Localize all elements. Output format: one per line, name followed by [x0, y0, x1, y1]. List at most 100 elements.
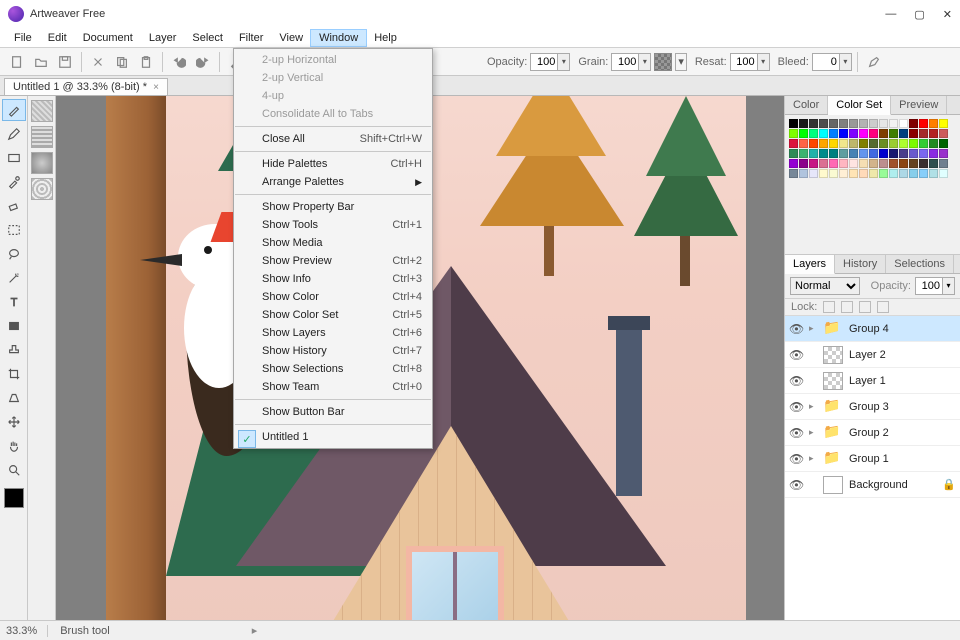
layer-row[interactable]: 👁Background🔒	[785, 472, 960, 498]
close-button[interactable]: ✕	[943, 8, 952, 21]
color-swatch[interactable]	[859, 129, 868, 138]
lock-transparency-icon[interactable]	[823, 301, 835, 313]
color-swatch[interactable]	[829, 119, 838, 128]
color-swatch[interactable]	[899, 149, 908, 158]
eraser-tool[interactable]	[2, 195, 26, 217]
layer-row[interactable]: 👁▸📁Group 1	[785, 446, 960, 472]
hand-tool[interactable]	[2, 435, 26, 457]
menu-item-close-all[interactable]: Close AllShift+Ctrl+W	[234, 130, 432, 148]
color-swatch[interactable]	[869, 149, 878, 158]
color-swatch[interactable]	[789, 119, 798, 128]
visibility-icon[interactable]: 👁	[789, 426, 803, 440]
color-swatch[interactable]	[829, 169, 838, 178]
color-swatch[interactable]	[849, 129, 858, 138]
layer-row[interactable]: 👁Layer 1	[785, 368, 960, 394]
color-swatch[interactable]	[869, 119, 878, 128]
color-swatch[interactable]	[839, 169, 848, 178]
color-swatches-icon[interactable]	[4, 488, 24, 508]
color-swatch[interactable]	[839, 159, 848, 168]
color-swatch[interactable]	[939, 149, 948, 158]
texture-1[interactable]	[31, 100, 53, 122]
color-swatch[interactable]	[839, 149, 848, 158]
color-swatch[interactable]	[859, 149, 868, 158]
stylus-icon[interactable]	[863, 51, 885, 73]
color-swatch[interactable]	[879, 159, 888, 168]
color-swatch[interactable]	[909, 149, 918, 158]
color-swatch[interactable]	[809, 139, 818, 148]
color-swatch[interactable]	[869, 139, 878, 148]
color-swatch[interactable]	[909, 159, 918, 168]
color-swatch[interactable]	[819, 159, 828, 168]
color-swatch[interactable]	[879, 169, 888, 178]
menu-layer[interactable]: Layer	[141, 30, 185, 46]
paste-icon[interactable]	[135, 51, 157, 73]
color-swatch[interactable]	[939, 169, 948, 178]
color-swatch[interactable]	[919, 159, 928, 168]
color-swatch[interactable]	[889, 149, 898, 158]
menu-item-show-media[interactable]: Show Media	[234, 234, 432, 252]
color-swatch[interactable]	[819, 119, 828, 128]
color-swatch[interactable]	[789, 129, 798, 138]
texture-4[interactable]	[31, 178, 53, 200]
menu-item-show-layers[interactable]: Show LayersCtrl+6	[234, 324, 432, 342]
menu-select[interactable]: Select	[184, 30, 231, 46]
color-swatch[interactable]	[839, 129, 848, 138]
color-swatch[interactable]	[919, 129, 928, 138]
color-swatch[interactable]	[849, 149, 858, 158]
redo-icon[interactable]	[192, 51, 214, 73]
lock-pixels-icon[interactable]	[841, 301, 853, 313]
cut-icon[interactable]	[87, 51, 109, 73]
color-swatch[interactable]	[819, 129, 828, 138]
color-swatch[interactable]	[899, 119, 908, 128]
color-swatch[interactable]	[899, 139, 908, 148]
status-dropdown-icon[interactable]: ▸	[252, 624, 258, 637]
color-swatch[interactable]	[809, 149, 818, 158]
tab-color[interactable]: Color	[785, 96, 828, 114]
menu-item-show-preview[interactable]: Show PreviewCtrl+2	[234, 252, 432, 270]
color-swatch[interactable]	[789, 159, 798, 168]
color-swatch[interactable]	[809, 119, 818, 128]
layer-row[interactable]: 👁▸📁Group 2	[785, 420, 960, 446]
menu-help[interactable]: Help	[366, 30, 405, 46]
tab-selections[interactable]: Selections	[886, 255, 954, 273]
color-swatch[interactable]	[879, 119, 888, 128]
color-swatch[interactable]	[899, 169, 908, 178]
color-swatch[interactable]	[899, 129, 908, 138]
color-swatch[interactable]	[859, 119, 868, 128]
color-swatch[interactable]	[889, 139, 898, 148]
bleed-input[interactable]: ▾	[812, 53, 852, 71]
color-swatch[interactable]	[869, 159, 878, 168]
grain-input[interactable]: ▾	[611, 53, 651, 71]
color-swatch[interactable]	[889, 159, 898, 168]
color-swatch[interactable]	[909, 119, 918, 128]
color-swatch[interactable]	[849, 159, 858, 168]
color-swatch[interactable]	[799, 149, 808, 158]
new-file-icon[interactable]	[6, 51, 28, 73]
color-swatch[interactable]	[789, 149, 798, 158]
color-swatch[interactable]	[879, 139, 888, 148]
texture-3[interactable]	[31, 152, 53, 174]
color-swatch[interactable]	[809, 159, 818, 168]
layer-opacity-input[interactable]: ▾	[915, 277, 955, 295]
tab-layers[interactable]: Layers	[785, 255, 835, 274]
pencil-tool[interactable]	[2, 123, 26, 145]
color-swatch[interactable]	[819, 149, 828, 158]
opacity-input[interactable]: ▾	[530, 53, 570, 71]
expand-icon[interactable]: ▸	[809, 453, 817, 464]
menu-item-show-info[interactable]: Show InfoCtrl+3	[234, 270, 432, 288]
expand-icon[interactable]: ▸	[809, 401, 817, 412]
stamp-tool[interactable]	[2, 339, 26, 361]
move-tool[interactable]	[2, 411, 26, 433]
menu-item-untitled-1[interactable]: ✓Untitled 1	[234, 428, 432, 446]
menu-item-show-selections[interactable]: Show SelectionsCtrl+8	[234, 360, 432, 378]
blend-mode-select[interactable]: Normal	[790, 277, 860, 295]
color-swatch[interactable]	[919, 139, 928, 148]
color-swatch[interactable]	[809, 129, 818, 138]
perspective-tool[interactable]	[2, 387, 26, 409]
menu-item-arrange-palettes[interactable]: Arrange Palettes▶	[234, 173, 432, 191]
menu-item-show-history[interactable]: Show HistoryCtrl+7	[234, 342, 432, 360]
color-swatch[interactable]	[859, 159, 868, 168]
maximize-button[interactable]: ▢	[914, 8, 924, 21]
color-swatch[interactable]	[829, 159, 838, 168]
color-swatch[interactable]	[889, 129, 898, 138]
